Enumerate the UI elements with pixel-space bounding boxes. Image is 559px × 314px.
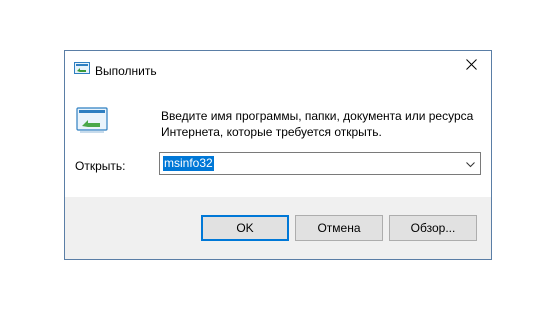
open-input[interactable]: msinfo32 — [163, 156, 214, 171]
title-bar[interactable]: Выполнить — [65, 51, 491, 81]
ok-button[interactable]: OK — [201, 215, 289, 241]
run-icon — [74, 62, 90, 74]
open-label: Открыть: — [75, 159, 126, 173]
close-icon — [465, 59, 477, 73]
close-button[interactable] — [451, 51, 491, 81]
cancel-button[interactable]: Отмена — [295, 215, 383, 241]
button-bar: OK Отмена Обзор... — [65, 197, 491, 259]
run-large-icon — [76, 107, 108, 135]
dialog-body: Введите имя программы, папки, документа … — [65, 81, 491, 197]
chevron-down-icon — [465, 157, 475, 171]
window-title: Выполнить — [95, 64, 157, 78]
dropdown-button[interactable] — [460, 153, 480, 174]
run-dialog: Выполнить Введите имя программы, папки, … — [64, 50, 492, 260]
description-text: Введите имя программы, папки, документа … — [161, 109, 474, 139]
browse-button[interactable]: Обзор... — [389, 215, 477, 241]
open-combobox[interactable]: msinfo32 — [159, 152, 481, 175]
